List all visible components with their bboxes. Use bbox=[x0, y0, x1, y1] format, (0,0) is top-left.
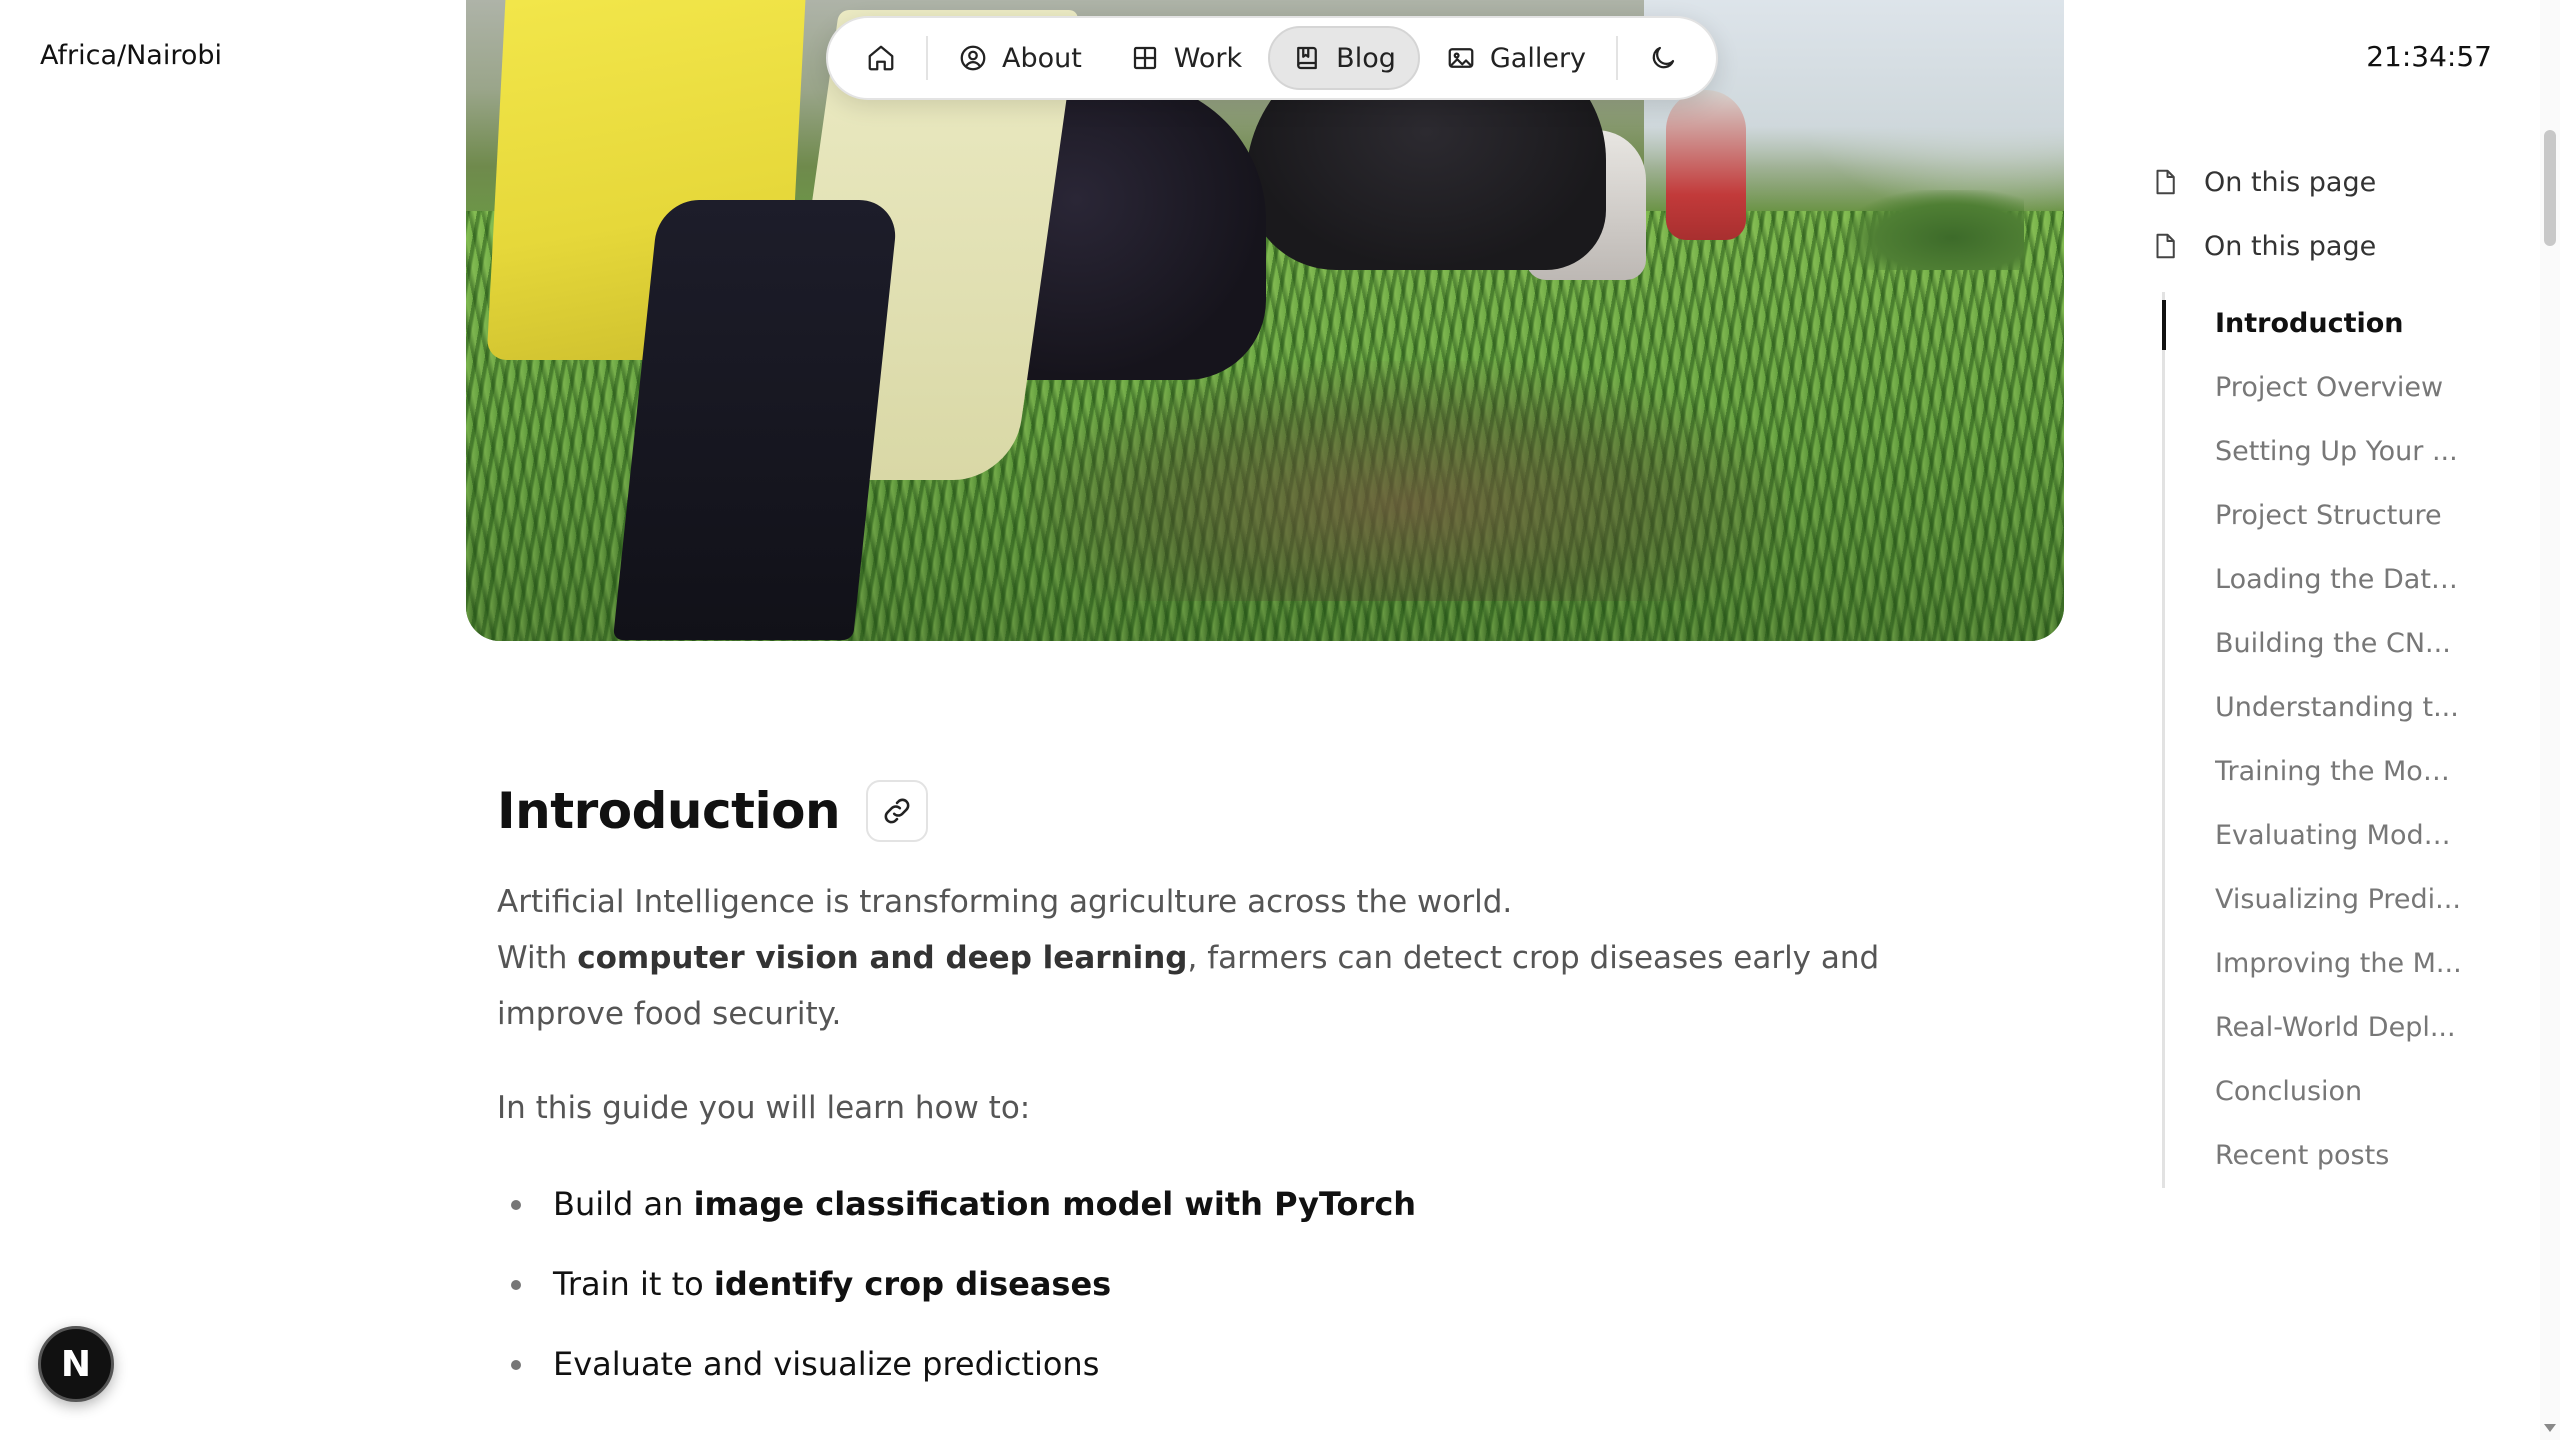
nav-work-label: Work bbox=[1173, 42, 1243, 74]
toc-item[interactable]: Project Overview bbox=[2215, 356, 2465, 420]
nav-about-label: About bbox=[1001, 42, 1082, 74]
toc-item[interactable]: Understanding t... bbox=[2215, 676, 2465, 740]
list-item: Train it to identify crop diseases bbox=[497, 1244, 1997, 1324]
guide-intro: In this guide you will learn how to: bbox=[497, 1090, 1031, 1126]
intro-line-2-pre: With bbox=[497, 940, 578, 976]
home-icon bbox=[868, 45, 894, 71]
link-icon bbox=[884, 798, 910, 824]
article: Introduction Artificial Intelligence is … bbox=[497, 780, 1997, 1404]
toc-list: Introduction Project Overview Setting Up… bbox=[2162, 292, 2490, 1188]
scrollbar[interactable] bbox=[2540, 0, 2560, 1440]
list-item-text: Evaluate and visualize predictions bbox=[553, 1345, 1100, 1383]
nav-blog-label: Blog bbox=[1336, 42, 1396, 74]
list-item-bold: image classification model with PyTorch bbox=[693, 1185, 1417, 1223]
intro-paragraph: Artificial Intelligence is transforming … bbox=[497, 874, 1987, 1042]
nav-gallery-label: Gallery bbox=[1489, 42, 1587, 74]
toc-item[interactable]: Setting Up Your ... bbox=[2215, 420, 2465, 484]
section-heading: Introduction bbox=[497, 782, 841, 840]
nav-divider bbox=[926, 36, 928, 80]
hero-soil bbox=[1026, 361, 1786, 601]
nav-blog[interactable]: Blog bbox=[1268, 26, 1420, 90]
toc-item-introduction[interactable]: Introduction bbox=[2215, 292, 2465, 356]
top-nav: About Work Blog Gallery bbox=[826, 16, 1718, 100]
toc-item[interactable]: Building the CN... bbox=[2215, 612, 2465, 676]
list-item-bold: identify crop diseases bbox=[713, 1265, 1112, 1303]
toc-item[interactable]: Recent posts bbox=[2215, 1124, 2465, 1188]
timezone-label: Africa/Nairobi bbox=[40, 40, 223, 71]
hero-person bbox=[612, 200, 900, 640]
toc-item[interactable]: Loading the Data... bbox=[2215, 548, 2465, 612]
nav-work[interactable]: Work bbox=[1108, 26, 1264, 90]
toc-active-indicator bbox=[2162, 300, 2166, 350]
toc-item[interactable]: Project Structure bbox=[2215, 484, 2465, 548]
dev-tools-badge[interactable]: N bbox=[38, 1326, 114, 1402]
scrollbar-thumb[interactable] bbox=[2544, 130, 2556, 246]
toc-item[interactable]: Evaluating Mode... bbox=[2215, 804, 2465, 868]
document-icon bbox=[2156, 169, 2175, 195]
toc-heading[interactable]: On this page bbox=[2150, 214, 2490, 278]
toc-heading-label: On this page bbox=[2204, 230, 2377, 262]
scroll-down-arrow-icon[interactable] bbox=[2544, 1424, 2556, 1432]
image-icon bbox=[1448, 48, 1474, 68]
hero-person bbox=[1666, 90, 1746, 240]
user-circle-icon bbox=[960, 45, 986, 71]
toc-item[interactable]: Improving the M... bbox=[2215, 932, 2465, 996]
toc-heading-label: On this page bbox=[2204, 166, 2377, 198]
intro-line-2-bold: computer vision and deep learning bbox=[577, 940, 1188, 976]
intro-heading-row: Introduction bbox=[497, 780, 1997, 842]
theme-toggle[interactable] bbox=[1626, 26, 1700, 90]
book-icon bbox=[1297, 46, 1318, 70]
grid-icon bbox=[1133, 46, 1156, 70]
table-of-contents: On this page On this page Introduction P… bbox=[2150, 150, 2490, 1188]
document-icon bbox=[2156, 233, 2175, 259]
nav-about[interactable]: About bbox=[936, 26, 1104, 90]
learn-list: Build an image classification model with… bbox=[497, 1164, 1997, 1404]
nav-gallery[interactable]: Gallery bbox=[1424, 26, 1608, 90]
hero-trees bbox=[1844, 190, 2024, 270]
toc-item[interactable]: Training the Mod... bbox=[2215, 740, 2465, 804]
toc-item[interactable]: Real-World Depl... bbox=[2215, 996, 2465, 1060]
toc-item[interactable]: Conclusion bbox=[2215, 1060, 2465, 1124]
clock: 21:34:57 bbox=[2366, 40, 2492, 73]
nav-home[interactable] bbox=[844, 26, 918, 90]
toc-item[interactable]: Visualizing Predi... bbox=[2215, 868, 2465, 932]
list-item-text: Train it to bbox=[553, 1265, 714, 1303]
moon-icon bbox=[1652, 46, 1675, 69]
nav-divider bbox=[1616, 36, 1618, 80]
intro-line-1: Artificial Intelligence is transforming … bbox=[497, 884, 1513, 920]
list-item: Build an image classification model with… bbox=[497, 1164, 1997, 1244]
list-item-text: Build an bbox=[553, 1185, 694, 1223]
list-item: Evaluate and visualize predictions bbox=[497, 1324, 1997, 1404]
toc-heading[interactable]: On this page bbox=[2150, 150, 2490, 214]
copy-link-button[interactable] bbox=[866, 780, 929, 842]
